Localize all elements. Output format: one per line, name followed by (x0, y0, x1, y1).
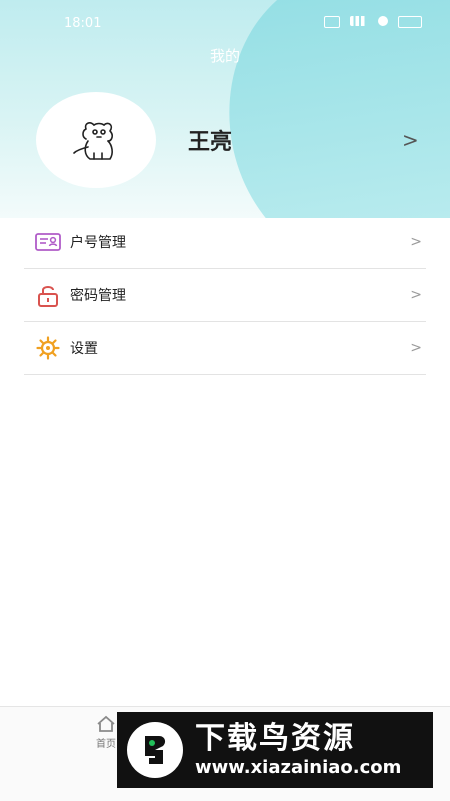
menu-item-label: 设置 (70, 341, 98, 357)
menu-item-label: 户号管理 (70, 235, 126, 251)
watermark-title: 下载鸟资源 (195, 721, 355, 756)
nav-home-label: 首页 (96, 739, 116, 750)
page-title: 我的 (209, 47, 240, 65)
id-card-icon (34, 231, 62, 253)
home-icon (97, 715, 115, 732)
menu-item-password-management[interactable]: 密码管理 > (24, 269, 426, 322)
nav-home[interactable]: 首页 (96, 715, 116, 750)
wifi-icon (378, 16, 388, 26)
profile-chevron-icon[interactable]: > (402, 128, 419, 152)
status-icons (324, 16, 422, 28)
menu-item-label: 密码管理 (70, 288, 126, 304)
hd-icon (324, 16, 340, 28)
status-time: 18:01 (64, 16, 102, 31)
watermark-url: www.xiazainiao.com (195, 757, 402, 778)
menu-item-settings[interactable]: 设置 > (24, 322, 426, 375)
profile-header: 18:01 我的 王亮 > (0, 0, 450, 218)
battery-icon (398, 16, 422, 28)
chevron-right-icon: > (410, 234, 422, 250)
menu-item-account-management[interactable]: 户号管理 > (24, 216, 426, 269)
lock-icon (34, 284, 62, 307)
signal-icon (350, 16, 368, 26)
chevron-right-icon: > (410, 340, 422, 356)
chevron-right-icon: > (410, 287, 422, 303)
settings-menu: 户号管理 > 密码管理 > 设置 > (24, 216, 426, 375)
dog-avatar-icon (73, 122, 113, 160)
gear-icon (34, 336, 62, 360)
watermark-banner: 下载鸟资源 www.xiazainiao.com (117, 712, 433, 788)
bird-logo-icon (127, 722, 183, 778)
avatar[interactable] (36, 92, 156, 188)
user-name: 王亮 (188, 130, 233, 155)
